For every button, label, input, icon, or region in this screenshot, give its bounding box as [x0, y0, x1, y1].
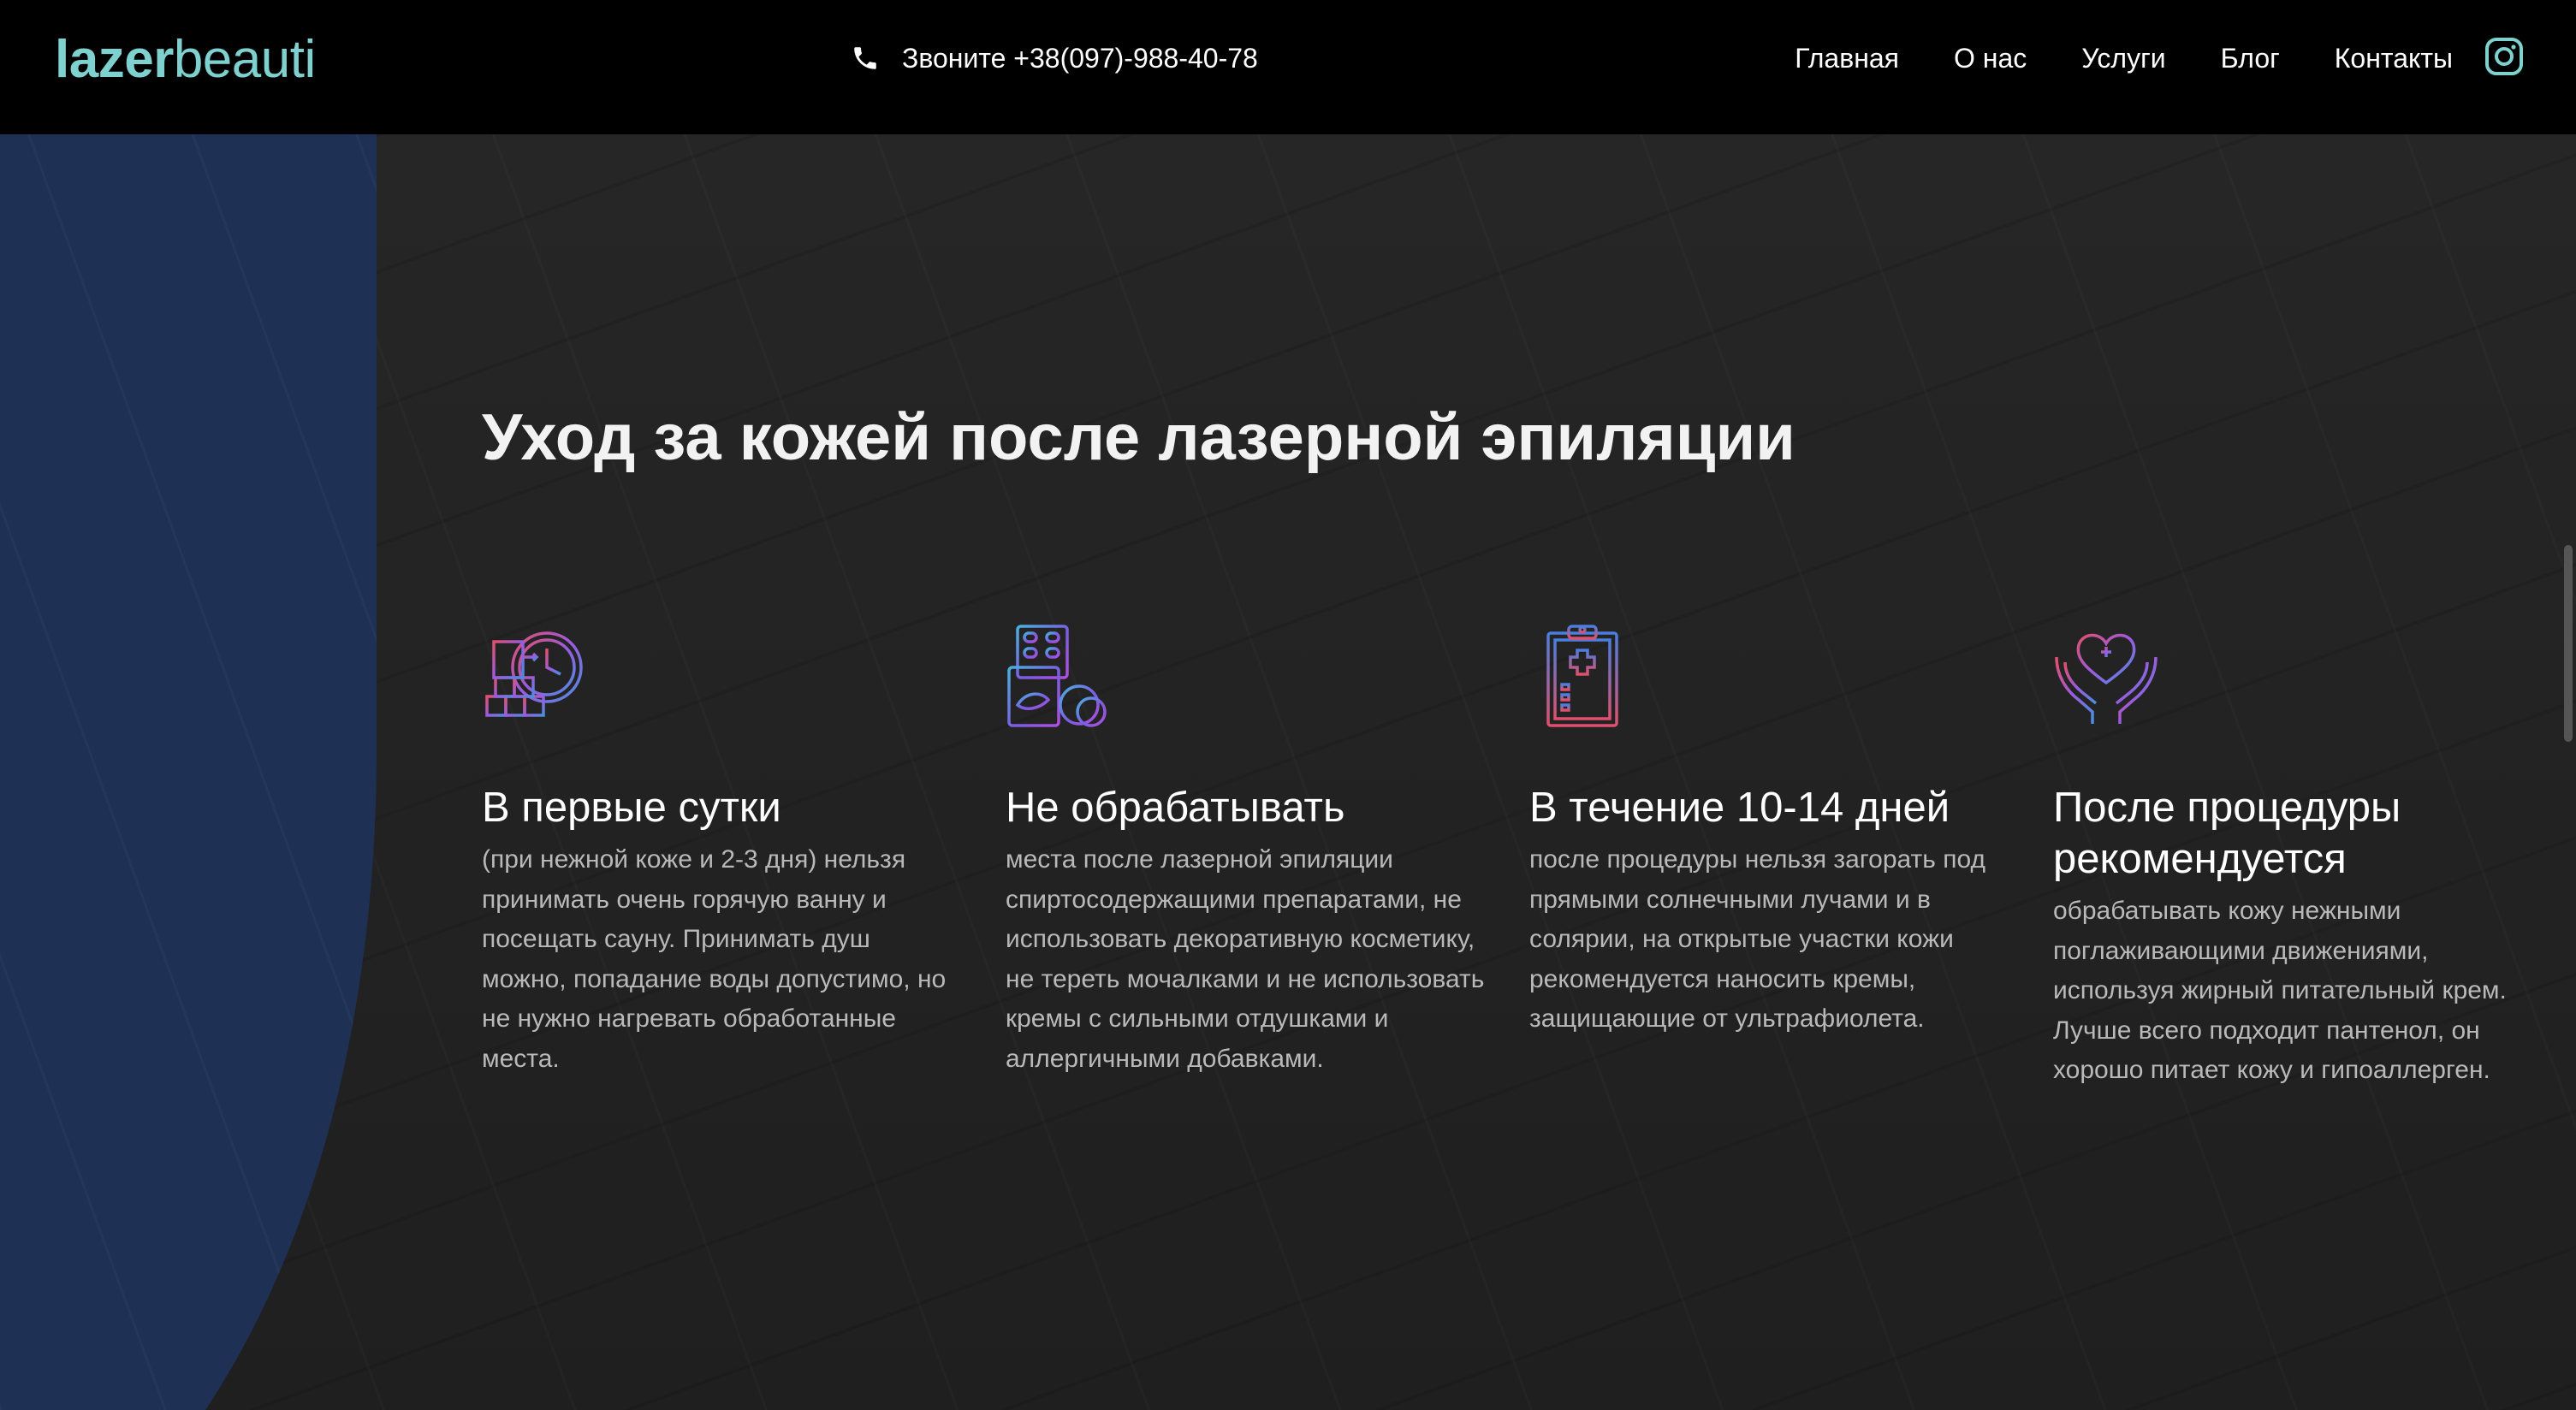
card-text: (при нежной коже и 2-3 дня) нельзя прини… — [482, 845, 947, 1073]
page-scrollbar[interactable] — [2561, 134, 2576, 1410]
card-title: В течение 10-14 дней — [1529, 785, 1950, 831]
main-nav: Главная О нас Услуги Блог Контакты — [1795, 38, 2453, 79]
phone-icon — [851, 44, 880, 73]
instagram-icon[interactable] — [2484, 36, 2525, 77]
nav-item-about[interactable]: О нас — [1954, 43, 2027, 74]
site-header: lazerbeauti Звоните +38(097)-988-40-78 Г… — [0, 0, 2576, 134]
card-text: после процедуры нельзя загорать под прям… — [1529, 845, 1986, 1033]
card-text: обрабатывать кожу нежными поглаживающими… — [2053, 897, 2507, 1084]
pills-icon — [1006, 623, 1112, 729]
nav-item-home[interactable]: Главная — [1795, 43, 1899, 74]
heart-hands-icon — [2053, 623, 2159, 729]
card-title: После процедуры рекомендуется — [2053, 785, 2401, 882]
card-text: места после лазерной эпиляции спиртосоде… — [1006, 845, 1485, 1073]
care-card-10-14-days: В течение 10-14 дней после процедуры нел… — [1529, 623, 2009, 1040]
care-card-first-day: В первые сутки (при нежной коже и 2-3 дн… — [482, 623, 961, 1079]
nav-item-blog[interactable]: Блог — [2221, 43, 2280, 74]
card-title: Не обрабатывать — [1006, 785, 1345, 831]
logo-bold: lazer — [55, 30, 174, 89]
scrollbar-thumb[interactable] — [2564, 545, 2573, 742]
phone-text: Звоните +38(097)-988-40-78 — [902, 42, 1258, 74]
nav-item-contacts[interactable]: Контакты — [2335, 43, 2453, 74]
phone-link[interactable]: Звоните +38(097)-988-40-78 — [851, 38, 1258, 79]
nav-item-services[interactable]: Услуги — [2081, 43, 2165, 74]
care-card-do-not-treat: Не обрабатывать места после лазерной эпи… — [1006, 623, 1485, 1079]
logo-light: beauti — [173, 30, 316, 89]
card-title: В первые сутки — [482, 785, 781, 831]
logo[interactable]: lazerbeauti — [55, 26, 316, 94]
section-title: Уход за кожей после лазерной эпиляции — [482, 401, 1795, 474]
care-card-recommended: После процедуры рекомендуется обрабатыва… — [2053, 623, 2532, 1091]
time-blocks-icon — [482, 623, 588, 729]
medical-clipboard-icon — [1529, 623, 1635, 729]
